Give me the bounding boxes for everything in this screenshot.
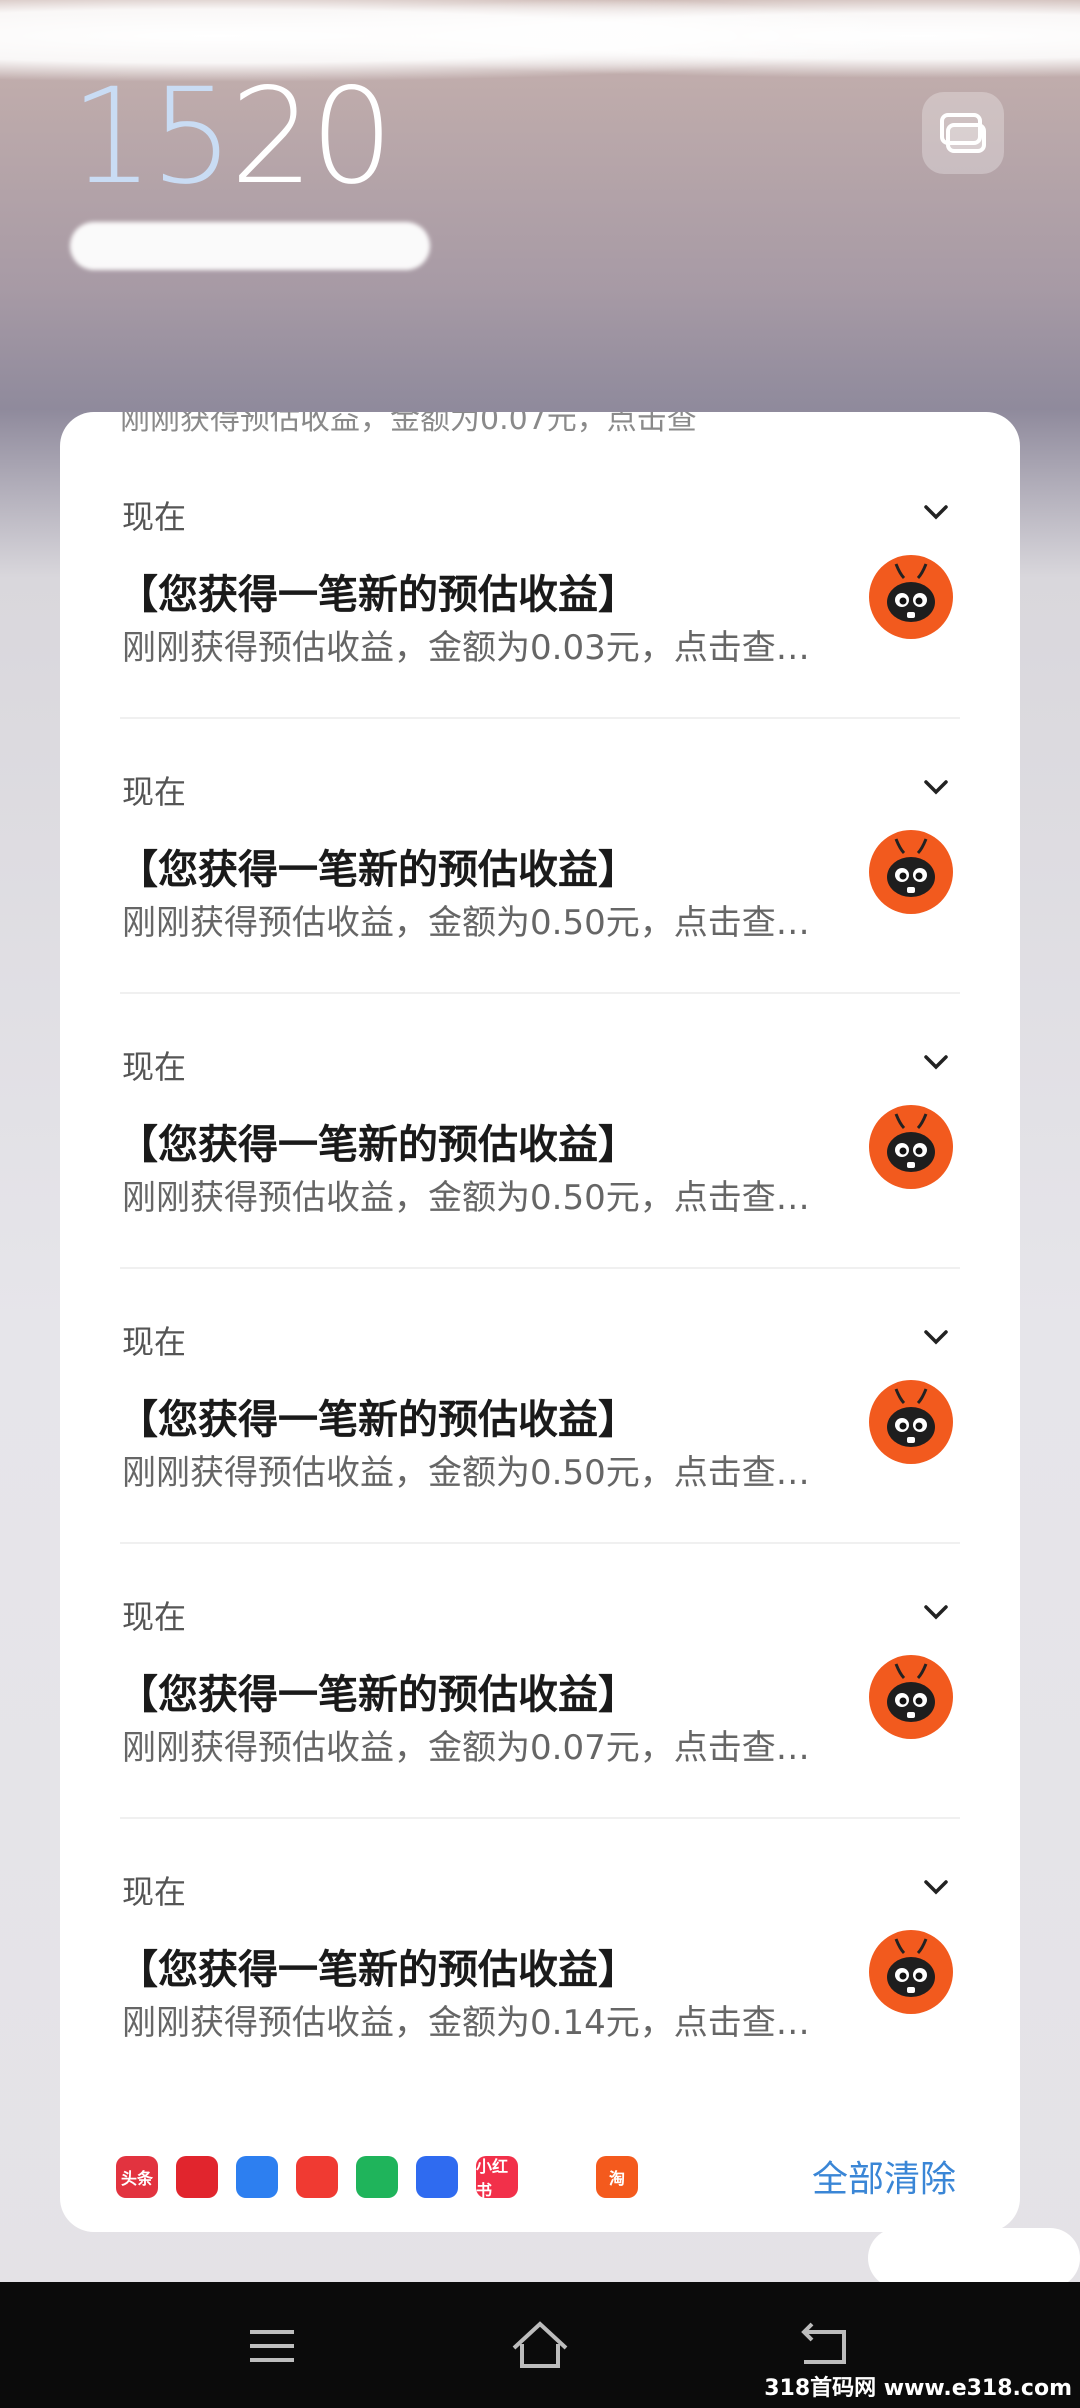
clock-minute: 20 <box>229 60 394 214</box>
app-icon[interactable] <box>356 2156 398 2198</box>
back-icon[interactable] <box>792 2314 856 2378</box>
app-avatar-icon <box>869 830 953 914</box>
notification-item[interactable]: 现在 【您获得一笔新的预估收益】 刚刚获得预估收益，金额为0.50元，点击查… <box>60 727 1020 1002</box>
notification-body: 刚刚获得预估收益，金额为0.50元，点击查… <box>122 1453 810 1493</box>
chevron-down-icon[interactable] <box>916 498 956 526</box>
watermark: 318首码网 www.e318.com <box>764 2376 1072 2401</box>
chevron-down-icon[interactable] <box>916 1323 956 1351</box>
notification-title: 【您获得一笔新的预估收益】 <box>118 1122 638 1168</box>
notification-title: 【您获得一笔新的预估收益】 <box>118 847 638 893</box>
notification-time: 现在 <box>122 1048 187 1086</box>
notification-panel: 刚刚获得预估收益，金额为0.07元，点击查 现在 【您获得一笔新的预估收益】 刚… <box>60 412 1020 2232</box>
divider <box>120 717 960 719</box>
chevron-down-icon[interactable] <box>916 1598 956 1626</box>
app-icon[interactable]: 头条 <box>116 2156 158 2198</box>
app-icon[interactable]: 淘 <box>596 2156 638 2198</box>
notification-title: 【您获得一笔新的预估收益】 <box>118 572 638 618</box>
app-avatar-icon <box>869 1380 953 1464</box>
chevron-down-icon[interactable] <box>916 1048 956 1076</box>
clipped-notification-text: 刚刚获得预估收益，金额为0.07元，点击查 <box>120 412 697 434</box>
home-icon[interactable] <box>508 2314 572 2378</box>
cards-icon <box>940 113 986 153</box>
divider <box>120 1817 960 1819</box>
notification-time: 现在 <box>122 1598 187 1636</box>
notification-title: 【您获得一笔新的预估收益】 <box>118 1397 638 1443</box>
divider <box>120 1542 960 1544</box>
clock-hour: 15 <box>70 60 234 214</box>
notification-toggle-button[interactable] <box>922 92 1004 174</box>
notification-body: 刚刚获得预估收益，金额为0.14元，点击查… <box>122 2003 810 2043</box>
app-icon[interactable] <box>416 2156 458 2198</box>
menu-icon[interactable] <box>240 2314 304 2378</box>
divider <box>120 992 960 994</box>
notification-item[interactable]: 现在 【您获得一笔新的预估收益】 刚刚获得预估收益，金额为0.03元，点击查… <box>60 452 1020 727</box>
clear-all-button[interactable]: 全部清除 <box>812 2150 956 2202</box>
app-icon-row: 头条 小红书 淘 <box>116 2150 638 2204</box>
chevron-down-icon[interactable] <box>916 773 956 801</box>
app-avatar-icon <box>869 555 953 639</box>
notification-item[interactable]: 现在 【您获得一笔新的预估收益】 刚刚获得预估收益，金额为0.07元，点击查… <box>60 1552 1020 1827</box>
app-icon[interactable] <box>536 2156 578 2198</box>
notification-time: 现在 <box>122 1873 187 1911</box>
notification-time: 现在 <box>122 1323 187 1361</box>
notification-title: 【您获得一笔新的预估收益】 <box>118 1947 638 1993</box>
notification-time: 现在 <box>122 773 187 811</box>
notification-body: 刚刚获得预估收益，金额为0.03元，点击查… <box>122 628 810 668</box>
notification-body: 刚刚获得预估收益，金额为0.50元，点击查… <box>122 903 810 943</box>
lockscreen-clock: 1520 <box>70 60 394 214</box>
notification-item[interactable]: 现在 【您获得一笔新的预估收益】 刚刚获得预估收益，金额为0.50元，点击查… <box>60 1277 1020 1552</box>
app-icon[interactable] <box>176 2156 218 2198</box>
notification-body: 刚刚获得预估收益，金额为0.07元，点击查… <box>122 1728 810 1768</box>
chevron-down-icon[interactable] <box>916 1873 956 1901</box>
notification-item[interactable]: 现在 【您获得一笔新的预估收益】 刚刚获得预估收益，金额为0.50元，点击查… <box>60 1002 1020 1277</box>
app-avatar-icon <box>869 1930 953 2014</box>
redacted-corner <box>868 2228 1080 2288</box>
notification-title: 【您获得一笔新的预估收益】 <box>118 1672 638 1718</box>
divider <box>120 1267 960 1269</box>
app-icon[interactable] <box>236 2156 278 2198</box>
app-icon[interactable]: 小红书 <box>476 2156 518 2200</box>
redacted-date <box>70 222 430 270</box>
app-avatar-icon <box>869 1105 953 1189</box>
app-avatar-icon <box>869 1655 953 1739</box>
app-icon[interactable] <box>296 2156 338 2198</box>
notification-item[interactable]: 现在 【您获得一笔新的预估收益】 刚刚获得预估收益，金额为0.14元，点击查… <box>60 1827 1020 2102</box>
notification-body: 刚刚获得预估收益，金额为0.50元，点击查… <box>122 1178 810 1218</box>
navigation-bar: 318首码网 www.e318.com <box>0 2282 1080 2408</box>
notification-time: 现在 <box>122 498 187 536</box>
